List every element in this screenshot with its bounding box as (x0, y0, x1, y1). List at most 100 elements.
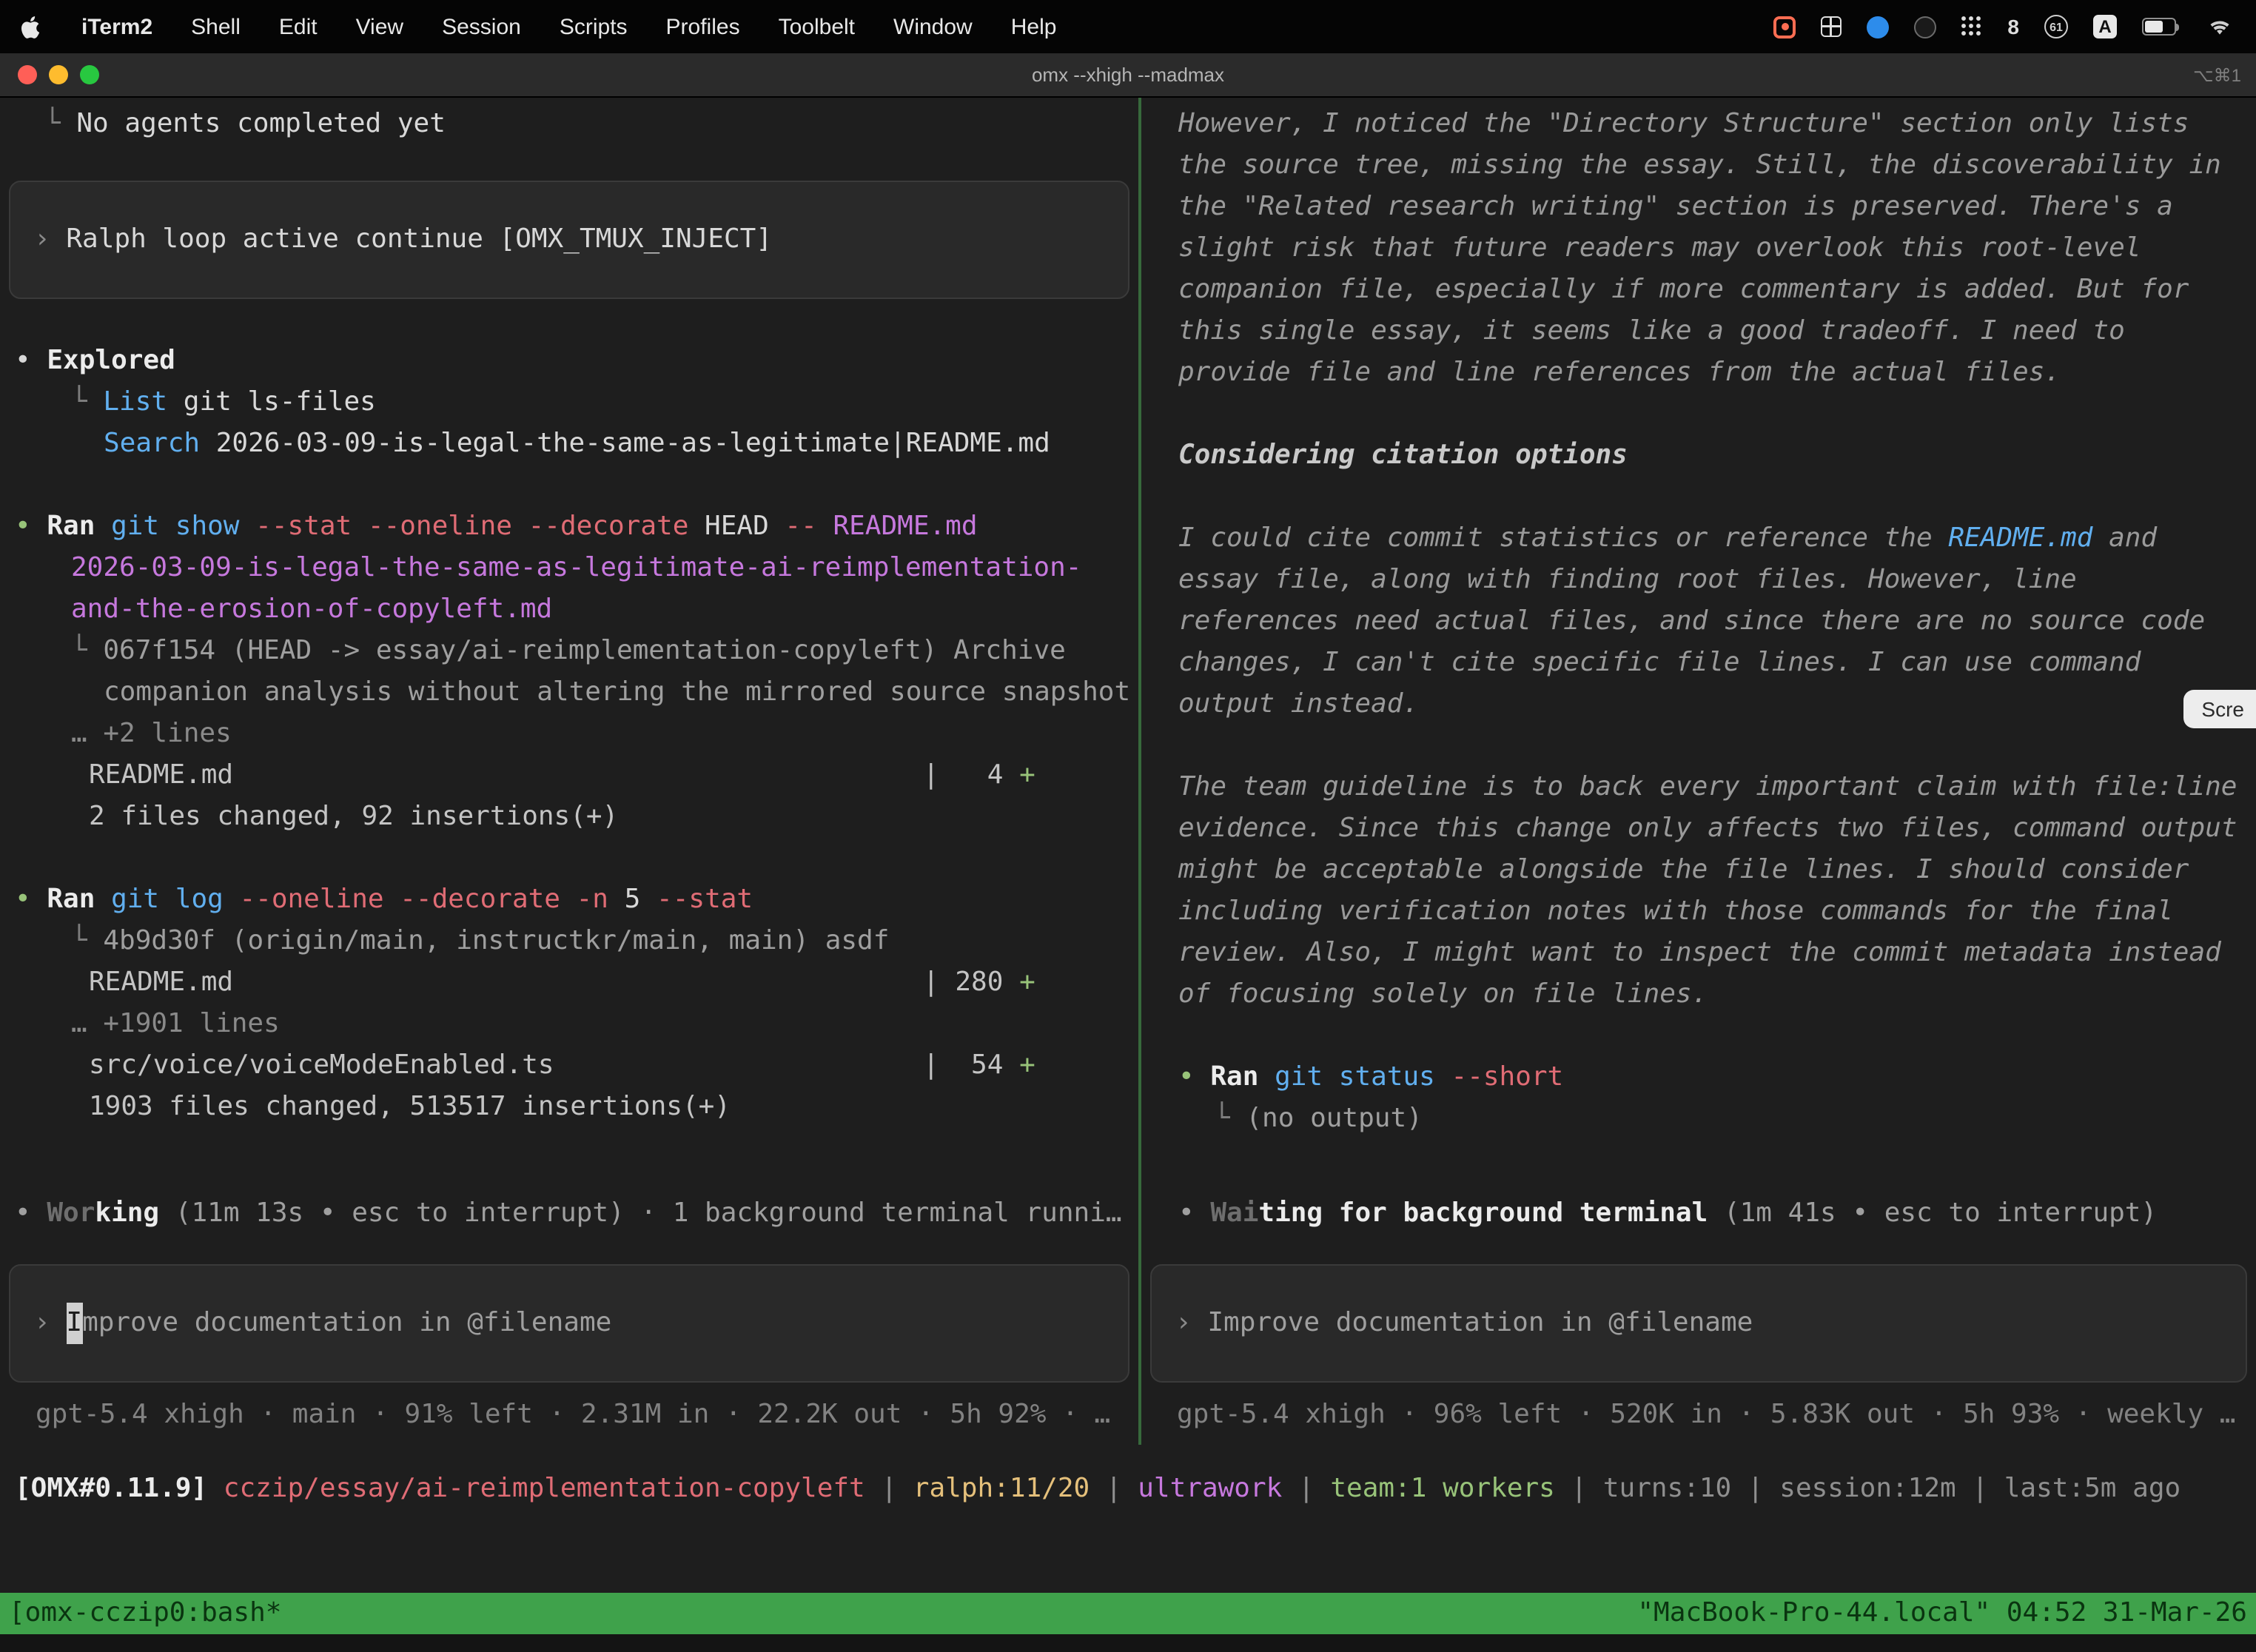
omx-team-workers: team:1 workers (1330, 1473, 1554, 1504)
tmux-status-bar: [omx-cczip0:bash* "MacBook-Pro-44.local"… (0, 1593, 2256, 1634)
omx-branch: cczip/essay/ai-reimplementation-copyleft (224, 1473, 865, 1504)
screen: iTerm2 Shell Edit View Session Scripts P… (0, 0, 2256, 1652)
screen-recording-icon[interactable] (1773, 16, 1796, 38)
thinking-line: I could cite commit statistics or refere… (1141, 518, 2256, 560)
bullet: • (15, 511, 47, 542)
thinking-line: the source tree, missing the essay. Stil… (1141, 145, 2256, 187)
menu-item-window[interactable]: Window (893, 14, 973, 39)
tmux-host-clock: "MacBook-Pro-44.local" 04:52 31-Mar-26 (1637, 1593, 2247, 1634)
blank-line (1141, 1015, 2256, 1057)
terminal-area: └ No agents completed yet › Ralph loop a… (0, 98, 2256, 1445)
git-show-stat-summary: 2 files changed, 92 insertions(+) (0, 796, 1138, 838)
separator: | (1555, 1473, 1603, 1504)
close-button[interactable] (18, 65, 37, 84)
thinking-line: this single essay, it seems like a good … (1141, 311, 2256, 352)
ran-git-log-line: • Ran git log --oneline --decorate -n 5 … (0, 879, 1138, 921)
left-composer-input[interactable]: › Improve documentation in @filename (9, 1264, 1129, 1383)
separator: | (1090, 1473, 1138, 1504)
bottom-strip (0, 1634, 2256, 1652)
separator: | (865, 1473, 913, 1504)
zoom-button[interactable] (80, 65, 99, 84)
dots-grid-icon[interactable] (1961, 16, 1982, 37)
minimize-button[interactable] (49, 65, 68, 84)
omx-last-activity: last:5m ago (2004, 1473, 2181, 1504)
menu-item-shell[interactable]: Shell (191, 14, 241, 39)
thinking-line: might be acceptable alongside the file l… (1141, 850, 2256, 891)
menu-item-help[interactable]: Help (1011, 14, 1057, 39)
apple-menu-icon[interactable] (21, 13, 43, 41)
menu-item-session[interactable]: Session (442, 14, 521, 39)
input-source-icon[interactable]: A (2093, 15, 2117, 38)
waiting-status-line: • Waiting for background terminal (1m 41… (1141, 1193, 2256, 1235)
blank-line (0, 838, 1138, 879)
ran-git-show-line: • Ran git show --stat --oneline --decora… (0, 506, 1138, 548)
thinking-line: evidence. Since this change only affects… (1141, 808, 2256, 850)
blank-line (1141, 394, 2256, 435)
right-model-status-line: gpt-5.4 xhigh · 96% left · 520K in · 5.8… (1141, 1394, 2256, 1436)
ralph-inject-banner: › Ralph loop active continue [OMX_TMUX_I… (9, 181, 1129, 299)
git-show-filename-line1: 2026-03-09-is-legal-the-same-as-legitima… (0, 548, 1138, 589)
omx-mode: ultrawork (1138, 1473, 1282, 1504)
keypad-icon[interactable]: 8 (2007, 15, 2019, 38)
thinking-heading: Considering citation options (1141, 435, 2256, 477)
ran-git-status-line: • Ran git status --short (1141, 1057, 2256, 1098)
bullet: • (1178, 1061, 1210, 1092)
battery-icon[interactable] (2142, 18, 2182, 36)
explored-header-line: • Explored (0, 340, 1138, 382)
display-grid-icon[interactable] (1821, 16, 1842, 37)
git-show-output-line1: └ 067f154 (HEAD -> essay/ai-reimplementa… (0, 631, 1138, 672)
window-shortcut-badge: ⌥⌘1 (2193, 64, 2241, 85)
thinking-line: changes, I can't cite specific file line… (1141, 642, 2256, 684)
thinking-line: the "Related research writing" section i… (1141, 187, 2256, 228)
window-title: omx --xhigh --madmax (1032, 64, 1224, 86)
left-pane-footer: • Working (11m 13s • esc to interrupt) ·… (0, 1193, 1138, 1436)
agents-note-line: └ No agents completed yet (0, 104, 1138, 145)
window-title-bar: omx --xhigh --madmax ⌥⌘1 (0, 53, 2256, 98)
menu-item-edit[interactable]: Edit (279, 14, 318, 39)
text-cursor: I (66, 1303, 82, 1344)
prompt-chevron: › (34, 1303, 66, 1344)
spinner-shimmer: Wai (1210, 1198, 1258, 1229)
thinking-line: slight risk that future readers may over… (1141, 228, 2256, 269)
tmux-session-window: [omx-cczip0:bash* (9, 1593, 281, 1634)
menu-item-profiles[interactable]: Profiles (666, 14, 740, 39)
bullet: • (1178, 1198, 1210, 1229)
menu-item-toolbelt[interactable]: Toolbelt (779, 14, 855, 39)
battery-tip (2176, 23, 2179, 30)
blank-line (1141, 477, 2256, 518)
omx-turns: turns:10 (1603, 1473, 1731, 1504)
prompt-chevron: › (1175, 1303, 1207, 1344)
macos-menu-bar: iTerm2 Shell Edit View Session Scripts P… (0, 0, 2256, 53)
screen-share-edge-button[interactable]: Scre (2183, 690, 2256, 728)
git-log-output-line: └ 4b9d30f (origin/main, instructkr/main,… (0, 921, 1138, 962)
right-composer-input[interactable]: › Improve documentation in @filename (1150, 1264, 2247, 1383)
dark-app-icon[interactable] (1914, 16, 1936, 38)
left-pane: └ No agents completed yet › Ralph loop a… (0, 98, 1138, 1445)
separator: | (1731, 1473, 1779, 1504)
git-show-stat-line: README.md | 4 + (0, 755, 1138, 796)
separator: | (1956, 1473, 2004, 1504)
blank-line (0, 465, 1138, 506)
bullet: • (15, 1198, 47, 1229)
blue-app-icon[interactable] (1867, 16, 1889, 38)
thinking-line: output instead. (1141, 684, 2256, 725)
git-status-output-line: └ (no output) (1141, 1098, 2256, 1140)
battery-percent-icon[interactable]: 61 (2044, 15, 2068, 38)
spinner-shimmer: Wor (47, 1198, 95, 1229)
git-show-filename-line2: and-the-erosion-of-copyleft.md (0, 589, 1138, 631)
traffic-lights (18, 53, 99, 96)
omx-ralph-counter: ralph:11/20 (913, 1473, 1090, 1504)
git-show-more-lines: … +2 lines (0, 713, 1138, 755)
git-log-stat-line1: README.md | 280 + (0, 962, 1138, 1004)
prompt-chevron: › (34, 219, 66, 261)
wifi-icon[interactable] (2207, 17, 2232, 36)
separator: | (1282, 1473, 1330, 1504)
thinking-line: However, I noticed the "Directory Struct… (1141, 104, 2256, 145)
menu-item-scripts[interactable]: Scripts (560, 14, 628, 39)
menu-item-view[interactable]: View (356, 14, 404, 39)
bullet: • (15, 884, 47, 915)
explored-search-line: Search 2026-03-09-is-legal-the-same-as-l… (0, 423, 1138, 465)
thinking-line: of focusing solely on file lines. (1141, 974, 2256, 1015)
thinking-line: including verification notes with those … (1141, 891, 2256, 933)
menu-item-iterm2[interactable]: iTerm2 (81, 14, 152, 39)
